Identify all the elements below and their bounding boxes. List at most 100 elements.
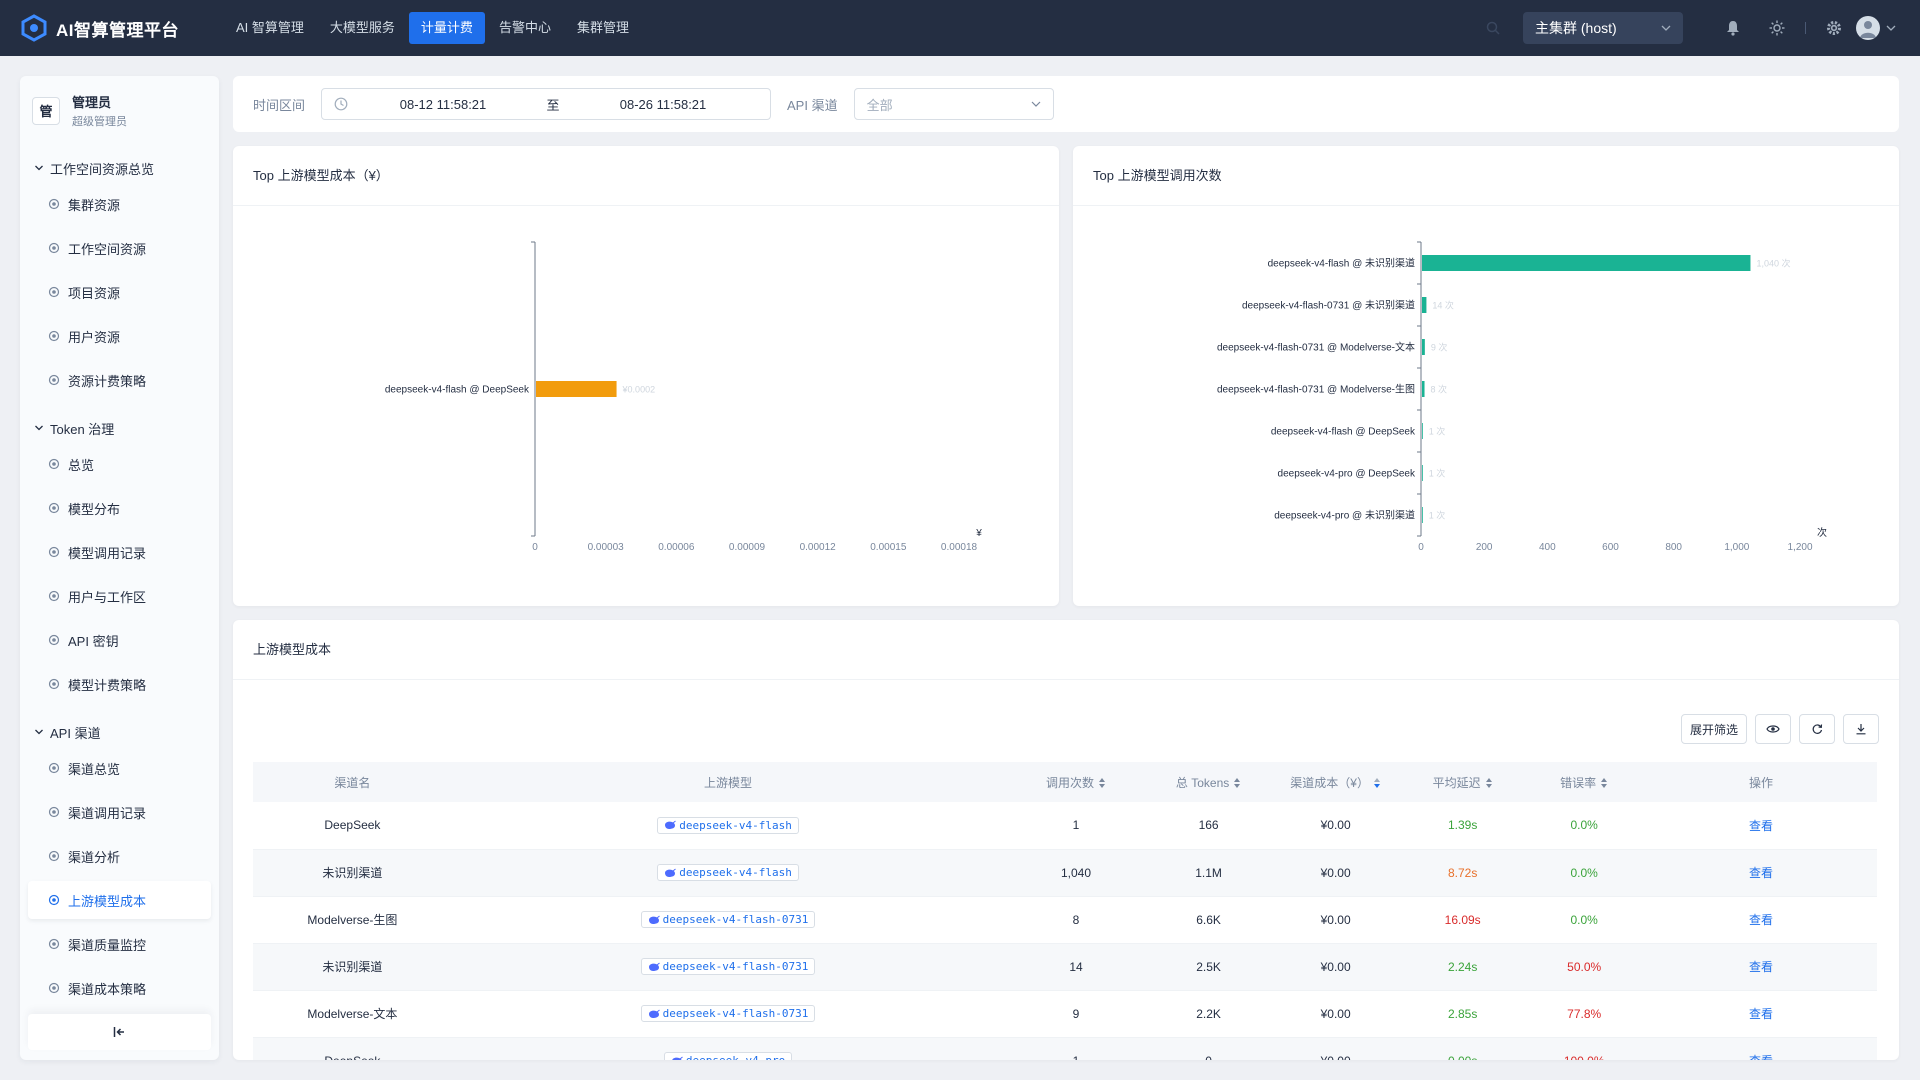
- x-tick-label: 600: [1602, 542, 1619, 553]
- sidebar-item-1-0[interactable]: 总览: [28, 445, 211, 483]
- top-calls-chart: 0 200 400 600 800 1,000 1,200 次 deepseek-v4-flas…: [1217, 241, 1827, 553]
- sidebar-item-2-2[interactable]: 渠道分析: [28, 837, 211, 875]
- bar[interactable]: [1422, 507, 1423, 523]
- sidebar-item-2-0[interactable]: 渠道总览: [28, 749, 211, 787]
- sort-icon[interactable]: [1373, 777, 1381, 789]
- app-logo[interactable]: AI智算管理平台: [20, 14, 200, 42]
- bar-value-label: 14 次: [1432, 300, 1454, 311]
- x-axis-unit: ¥: [975, 528, 982, 539]
- bar[interactable]: [1422, 255, 1751, 271]
- view-link[interactable]: 查看: [1749, 819, 1773, 833]
- view-link[interactable]: 查看: [1749, 866, 1773, 880]
- sort-icon[interactable]: [1233, 777, 1241, 789]
- latency-value: 2.24s: [1447, 959, 1478, 974]
- bar[interactable]: [1422, 423, 1423, 439]
- cost-value: ¥0.00: [1320, 959, 1351, 974]
- view-link[interactable]: 查看: [1749, 1054, 1773, 1060]
- category-label: deepseek-v4-flash @ DeepSeek: [385, 385, 530, 396]
- sort-icon[interactable]: [1098, 777, 1106, 789]
- bar[interactable]: [1422, 339, 1425, 355]
- sidebar-item-0-1[interactable]: 工作空间资源: [28, 229, 211, 267]
- view-link[interactable]: 查看: [1749, 960, 1773, 974]
- error-rate-cell: 50.0%: [1523, 943, 1645, 991]
- nav-ai-compute[interactable]: AI 智算管理: [224, 12, 316, 44]
- sidebar-item-1-1[interactable]: 模型分布: [28, 489, 211, 527]
- calls-value: 9: [1072, 1006, 1080, 1021]
- bar[interactable]: [1422, 465, 1423, 481]
- sidebar-item-0-3[interactable]: 用户资源: [28, 317, 211, 355]
- column-header: 上游模型: [452, 762, 1004, 802]
- sort-icon[interactable]: [1485, 777, 1493, 789]
- top-bar: AI智算管理平台 AI 智算管理 大模型服务 计量计费 告警中心 集群管理 主集…: [0, 0, 1920, 56]
- menu-item-icon: [48, 242, 60, 254]
- column-header[interactable]: 错误率: [1523, 762, 1645, 802]
- menu-item-icon: [48, 502, 60, 514]
- column-header[interactable]: 平均延迟: [1402, 762, 1524, 802]
- nav-alert-center[interactable]: 告警中心: [487, 12, 563, 44]
- sidebar-item-0-4[interactable]: 资源计费策略: [28, 361, 211, 399]
- latency-value: 8.72s: [1447, 865, 1478, 880]
- view-link[interactable]: 查看: [1749, 913, 1773, 927]
- download-button[interactable]: [1843, 714, 1879, 744]
- column-header[interactable]: 调用次数: [1004, 762, 1148, 802]
- sidebar-group-token-governance[interactable]: Token 治理: [20, 417, 219, 439]
- tokens-cell: 6.6K: [1147, 896, 1270, 944]
- expand-filter-button[interactable]: 展开筛选: [1680, 714, 1747, 744]
- logo-icon: [21, 14, 47, 42]
- x-tick-label: 0.00006: [658, 542, 695, 553]
- search-icon[interactable]: [1483, 18, 1503, 38]
- refresh-button[interactable]: [1799, 714, 1835, 744]
- sidebar-item-2-5[interactable]: 渠道成本策略: [28, 969, 211, 1007]
- cost-value: ¥0.00: [1321, 1054, 1351, 1061]
- sidebar-item-2-4[interactable]: 渠道质量监控: [28, 925, 211, 963]
- column-visibility-button[interactable]: [1755, 714, 1791, 744]
- x-tick-label: 1,200: [1787, 542, 1812, 553]
- bar[interactable]: [1422, 297, 1427, 313]
- x-tick-label: 0.00015: [870, 542, 907, 553]
- collapse-sidebar-button[interactable]: [28, 1014, 211, 1050]
- nav-llm-service[interactable]: 大模型服务: [318, 12, 407, 44]
- top-cost-chart: 0 0.00003 0.00006 0.00009 0.00012 0.00015 0.00…: [385, 241, 982, 553]
- sidebar-item-2-3[interactable]: 上游模型成本: [28, 881, 211, 919]
- bar[interactable]: [1422, 381, 1425, 397]
- channel-cell: 未识别渠道: [253, 849, 452, 897]
- model-name: deepseek-v4-flash: [679, 818, 792, 832]
- tokens-value: 6.6K: [1196, 912, 1221, 927]
- cost-cell: ¥0.00: [1269, 849, 1402, 897]
- nav-cluster-management[interactable]: 集群管理: [565, 12, 641, 44]
- bell-icon[interactable]: [1723, 18, 1743, 38]
- sidebar-group-workspace-resources[interactable]: 工作空间资源总览: [20, 157, 219, 179]
- clock-icon: [334, 97, 348, 111]
- sidebar-item-1-4[interactable]: API 密钥: [28, 621, 211, 659]
- time-range-picker[interactable]: 08-12 11:58:21 至 08-26 11:58:21: [321, 88, 772, 120]
- sidebar-item-1-5[interactable]: 模型计费策略: [28, 665, 211, 703]
- user-role: 超级管理员: [72, 116, 127, 128]
- sort-icon[interactable]: [1600, 777, 1608, 789]
- sidebar-group-api-channel[interactable]: API 渠道: [20, 721, 219, 743]
- sidebar-item-1-2[interactable]: 模型调用记录: [28, 533, 211, 571]
- column-header[interactable]: 渠道成本（¥）: [1269, 762, 1402, 802]
- column-header[interactable]: 总 Tokens: [1148, 762, 1270, 802]
- tokens-cell: 2.5K: [1147, 943, 1270, 991]
- sidebar-item-1-3[interactable]: 用户与工作区: [28, 577, 211, 615]
- chevron-down-icon: [35, 729, 43, 735]
- api-channel-select[interactable]: 全部: [853, 88, 1054, 120]
- sidebar-item-0-0[interactable]: 集群资源: [28, 185, 211, 223]
- bar[interactable]: [536, 381, 617, 397]
- column-header-label: 上游模型: [704, 775, 753, 790]
- sidebar-item-0-2[interactable]: 项目资源: [28, 273, 211, 311]
- start-time[interactable]: 08-12 11:58:21: [368, 97, 518, 112]
- view-link[interactable]: 查看: [1749, 1007, 1773, 1021]
- channel-name: 未识别渠道: [322, 866, 383, 880]
- chevron-down-icon[interactable]: [1886, 23, 1896, 33]
- cluster-select[interactable]: 主集群 (host): [1523, 12, 1683, 44]
- avatar[interactable]: [1856, 16, 1880, 40]
- nav-metering-billing[interactable]: 计量计费: [408, 12, 485, 44]
- cost-cell: ¥0.00: [1269, 943, 1402, 991]
- latency-value: 2.85s: [1447, 1006, 1478, 1021]
- sidebar-item-2-1[interactable]: 渠道调用记录: [28, 793, 211, 831]
- menu-item-icon: [48, 546, 60, 558]
- sun-icon[interactable]: [1767, 18, 1787, 38]
- end-time[interactable]: 08-26 11:58:21: [588, 97, 738, 112]
- gear-icon[interactable]: [1824, 18, 1844, 38]
